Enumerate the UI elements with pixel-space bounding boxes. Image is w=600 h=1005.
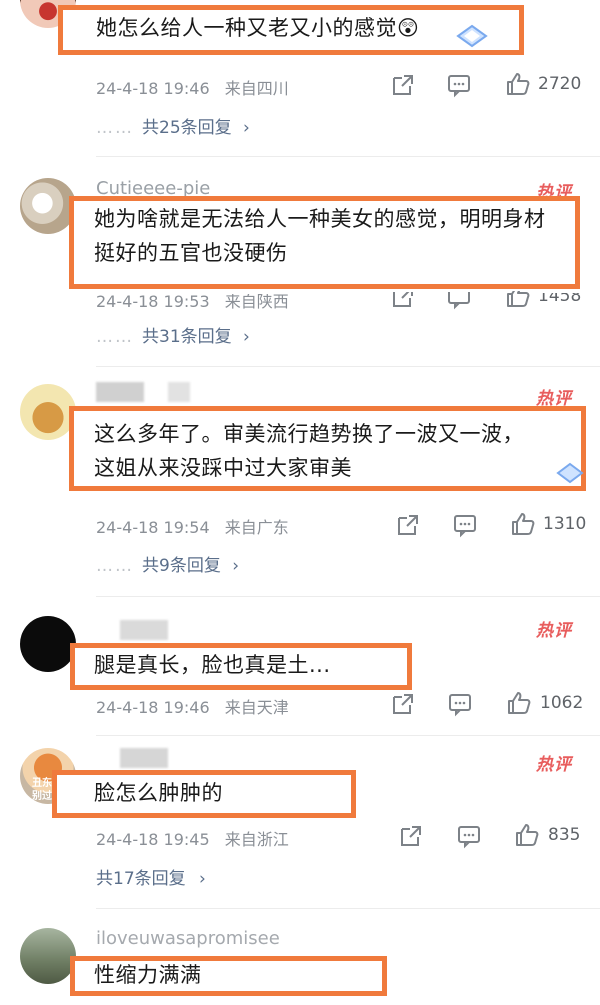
comment-date: 24-4-18 19:54	[96, 518, 210, 537]
like-count: 1062	[540, 693, 584, 713]
comment-meta: 24-4-18 19:46 来自天津	[96, 694, 299, 718]
chevron-right-icon: ›	[232, 556, 240, 576]
like-icon[interactable]	[510, 511, 536, 537]
comment-location: 来自天津	[224, 698, 289, 717]
like-icon[interactable]	[506, 690, 532, 716]
share-icon[interactable]	[395, 512, 421, 538]
avatar[interactable]	[20, 928, 76, 984]
hot-badge: 热评	[536, 755, 572, 775]
comment-text: 她怎么给人一种又老又小的感觉😲	[96, 16, 420, 40]
avatar[interactable]	[20, 384, 76, 440]
share-icon[interactable]	[390, 691, 416, 717]
avatar-text: 别过	[32, 791, 52, 802]
avatar[interactable]	[20, 178, 76, 234]
reply-count: 共25条回复	[142, 118, 232, 138]
replies-link[interactable]: …… 共9条回复 ›	[96, 551, 239, 576]
chevron-right-icon: ›	[243, 327, 250, 347]
comment-icon[interactable]	[447, 691, 473, 717]
comment-date: 24-4-18 19:53	[96, 292, 210, 311]
username-redacted	[168, 382, 190, 402]
reply-dots: ……	[96, 118, 134, 138]
share-icon[interactable]	[398, 823, 424, 849]
like-icon[interactable]	[514, 822, 540, 848]
like-count: 1458	[538, 286, 582, 306]
divider	[96, 156, 600, 157]
comment-meta: 24-4-18 19:45 来自浙江	[96, 826, 299, 850]
like-count: 835	[548, 825, 581, 845]
comment-date: 24-4-18 19:45	[96, 830, 210, 849]
comment-text-line1: 这么多年了。审美流行趋势换了一波又一波，	[94, 422, 524, 446]
username[interactable]: iloveuwasapromisee	[96, 928, 280, 949]
reply-dots: ……	[96, 556, 134, 576]
comment-meta: 24-4-18 19:46 来自四川	[96, 75, 299, 99]
divider	[96, 735, 600, 736]
comment-text-line1: 她为啥就是无法给人一种美女的感觉，明明身材	[94, 207, 546, 231]
diamond-icon	[456, 24, 488, 48]
comment-meta: 24-4-18 19:54 来自广东	[96, 514, 299, 538]
diamond-icon	[556, 462, 584, 484]
comment-icon[interactable]	[452, 512, 478, 538]
comment-icon[interactable]	[446, 72, 472, 98]
reply-dots: ……	[96, 327, 134, 347]
comment-location: 来自广东	[224, 518, 289, 537]
username-redacted	[120, 748, 168, 768]
hot-badge: 热评	[536, 621, 572, 641]
comment-text: 性缩力满满	[94, 963, 202, 987]
comment-text-line2: 这姐从来没踩中过大家审美	[94, 456, 352, 480]
comment-icon[interactable]	[456, 823, 482, 849]
comment-location: 来自浙江	[224, 830, 289, 849]
replies-link[interactable]: 共17条回复 ›	[96, 864, 206, 889]
chevron-right-icon: ›	[243, 118, 250, 138]
divider	[96, 366, 600, 367]
comment-text: 腿是真长，脸也真是土...	[94, 653, 331, 677]
username-redacted	[96, 382, 144, 402]
divider	[96, 596, 600, 597]
share-icon[interactable]	[390, 72, 416, 98]
username-redacted	[120, 620, 168, 640]
comment-date: 24-4-18 19:46	[96, 698, 210, 717]
replies-link[interactable]: …… 共31条回复 ›	[96, 322, 250, 347]
like-count: 1310	[543, 514, 587, 534]
comment-location: 来自四川	[224, 79, 289, 98]
comment-date: 24-4-18 19:46	[96, 79, 210, 98]
comment-text-line2: 挺好的五官也没硬伤	[94, 241, 288, 265]
comment-text: 脸怎么肿肿的	[94, 781, 223, 805]
divider	[96, 908, 600, 909]
replies-link[interactable]: …… 共25条回复 ›	[96, 113, 250, 138]
reply-count: 共17条回复	[96, 869, 186, 889]
comment-location: 来自陕西	[224, 292, 289, 311]
like-icon[interactable]	[505, 71, 531, 97]
comment-meta: 24-4-18 19:53 来自陕西	[96, 292, 299, 312]
chevron-right-icon: ›	[199, 869, 206, 889]
like-count: 2720	[538, 74, 582, 94]
avatar[interactable]	[20, 616, 76, 672]
reply-count: 共9条回复	[142, 556, 221, 576]
reply-count: 共31条回复	[142, 327, 232, 347]
